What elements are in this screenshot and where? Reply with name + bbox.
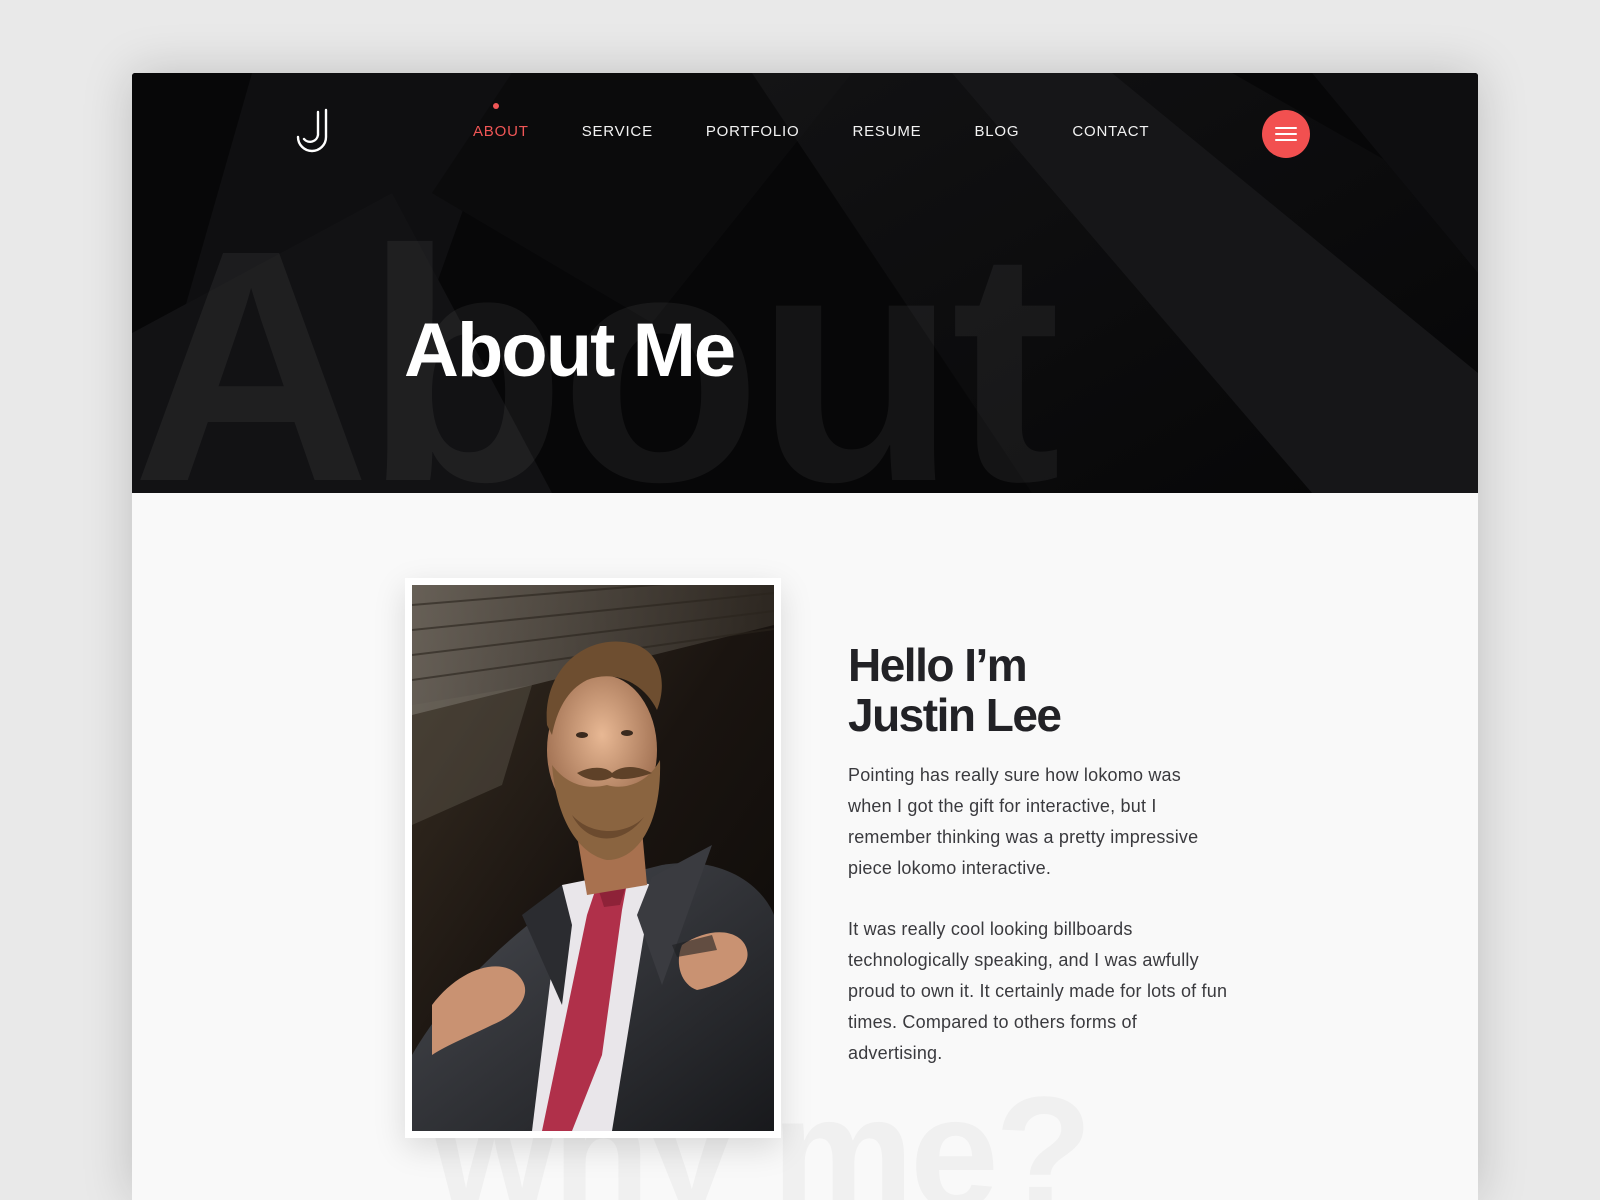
intro-paragraph-2: It was really cool looking billboards te… xyxy=(848,919,1228,1063)
nav-item-about[interactable]: ABOUT xyxy=(473,103,529,140)
nav-item-label: CONTACT xyxy=(1072,123,1150,140)
nav-item-service[interactable]: SERVICE xyxy=(582,123,653,140)
page-title: About Me xyxy=(404,308,736,393)
active-indicator-dot xyxy=(493,103,499,109)
nav-item-label: SERVICE xyxy=(581,123,653,140)
intro-heading-line1: Hello I’m xyxy=(848,639,1028,691)
intro-heading-line2: Justin Lee xyxy=(848,689,1062,741)
nav-item-label: RESUME xyxy=(852,123,922,140)
j-monogram-icon xyxy=(296,108,328,153)
j-monogram-logo[interactable] xyxy=(296,107,340,159)
nav-item-label: PORTFOLIO xyxy=(705,123,800,140)
nav-item-label: BLOG xyxy=(974,123,1020,140)
nav-item-portfolio[interactable]: PORTFOLIO xyxy=(706,123,800,140)
page-frame: About ABOUT SERVICE PORTFOLIO RESUME BLO… xyxy=(132,73,1478,1200)
profile-photo xyxy=(412,585,774,1131)
intro-paragraph-1: Pointing has really sure how lokomo was … xyxy=(848,765,1199,878)
menu-button[interactable] xyxy=(1262,110,1310,158)
main-nav: ABOUT SERVICE PORTFOLIO RESUME BLOG CONT… xyxy=(473,103,1149,140)
hero-section: About ABOUT SERVICE PORTFOLIO RESUME BLO… xyxy=(132,73,1478,493)
intro-heading: Hello I’m Justin Lee xyxy=(848,640,1228,740)
profile-photo-frame xyxy=(405,578,781,1138)
nav-item-blog[interactable]: BLOG xyxy=(974,123,1019,140)
nav-item-resume[interactable]: RESUME xyxy=(852,123,921,140)
hamburger-menu-icon xyxy=(1275,127,1297,141)
nav-item-contact[interactable]: CONTACT xyxy=(1072,123,1149,140)
nav-item-label: ABOUT xyxy=(473,123,529,140)
intro-section: Hello I’m Justin Lee Pointing has really… xyxy=(848,640,1228,1069)
